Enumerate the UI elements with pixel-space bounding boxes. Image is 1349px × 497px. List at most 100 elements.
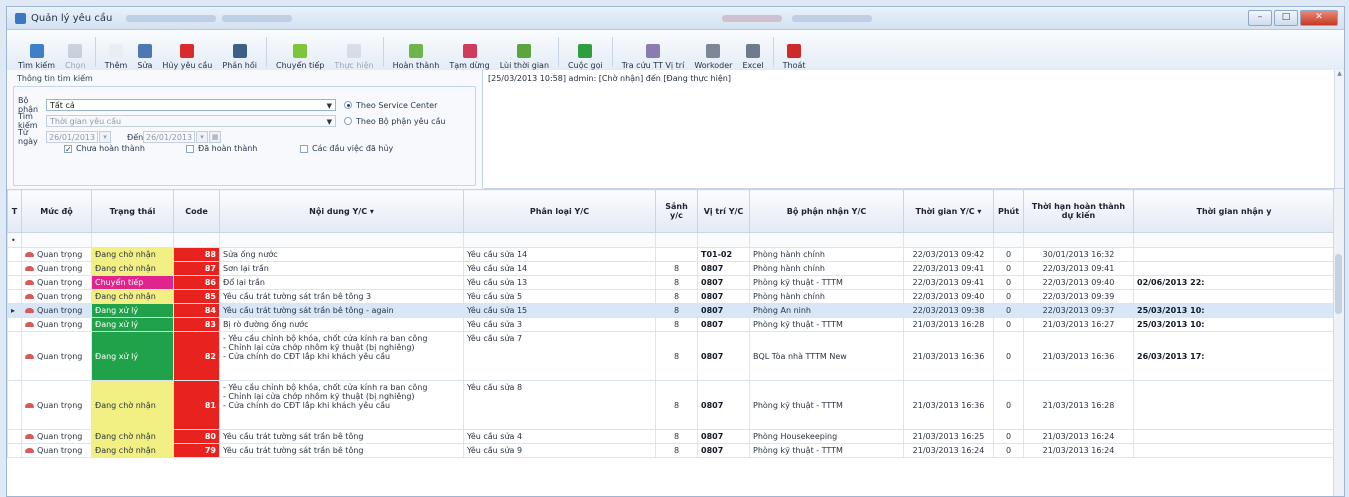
da-hoan-thanh-checkbox[interactable] [186,144,194,153]
filter-cell[interactable] [903,232,994,248]
row-indicator[interactable] [7,443,22,458]
column-header[interactable]: Thời hạn hoàn thành dự kiến [1023,189,1134,233]
toolbar-search-button[interactable]: Tìm kiếm [13,34,60,70]
priority-icon [25,294,34,299]
grid-scroll-thumb[interactable] [1335,254,1342,314]
table-row[interactable]: Quan trọng Đang xử lý 83 Bị rò đường ống nư… [7,317,1335,332]
filter-row[interactable]: • [7,232,1335,248]
bo-phan-yeu-cau-radio[interactable] [344,117,352,125]
toolbar-separator [266,37,267,67]
row-indicator[interactable] [7,317,22,332]
row-indicator[interactable] [7,331,22,381]
toolbar-excel-button[interactable]: Excel [737,34,768,70]
toolbar-call-button[interactable]: Cuộc gọi [563,34,608,70]
filter-cell[interactable] [463,232,656,248]
calendar-icon[interactable]: ▦ [209,131,221,143]
filter-cell[interactable] [749,232,904,248]
table-row[interactable]: Quan trọng Đang chờ nhận 79 Yêu cầu trát tư… [7,443,1335,458]
history-text: [25/03/2013 10:58] admin: [Chờ nhận] đến… [488,74,731,83]
toolbar-check-button[interactable]: Chọn [60,34,91,70]
filter-cell[interactable] [173,232,220,248]
toolbar-label: Tìm kiếm [18,61,56,70]
row-indicator[interactable] [7,289,22,304]
column-header[interactable]: Phân loại Y/C [463,189,656,233]
row-indicator[interactable] [7,261,22,276]
table-row[interactable]: Quan trọng Đang chờ nhận 81- Yêu cầu chỉnh… [7,380,1335,430]
cell-vi-tri: 0807 [697,331,750,381]
tu-ngay-field[interactable]: 26/01/2013 [46,131,98,143]
row-indicator[interactable] [7,380,22,430]
column-header[interactable]: T [7,189,22,233]
toolbar-execute-button[interactable]: Thực hiện [329,34,378,70]
column-header[interactable]: Thời gian nhận y [1133,189,1335,233]
column-header[interactable]: Trạng thái [91,189,174,233]
cell-code: 79 [173,443,220,458]
window-controls: – □ ✕ [1248,10,1338,26]
column-header[interactable]: Bộ phận nhận Y/C [749,189,904,233]
minimize-button[interactable]: – [1248,10,1272,26]
filter-cell[interactable] [655,232,698,248]
service-center-radio[interactable] [344,101,352,109]
cell-thoi-gian: 21/03/2013 16:24 [903,443,994,458]
filter-cell[interactable] [1133,232,1335,248]
toolbar-edit-button[interactable]: Sửa [132,34,157,70]
column-header[interactable]: Nội dung Y/C ▾ [219,189,464,233]
toolbar-cancel-button[interactable]: Hủy yêu cầu [157,34,217,70]
maximize-button[interactable]: □ [1274,10,1298,26]
toolbar-forward-button[interactable]: Chuyển tiếp [271,34,329,70]
tu-ngay-picker[interactable]: ▾ [99,131,111,143]
filter-cell[interactable] [993,232,1024,248]
tim-kiem-select[interactable]: Thời gian yêu cầu ▼ [46,115,336,127]
toolbar-location-lookup-button[interactable]: Tra cứu TT Vị trí [617,34,690,70]
cell-trang-thai: Đang chờ nhận [91,289,174,304]
toolbar-complete-button[interactable]: Hoàn thành [388,34,445,70]
table-row[interactable]: Quan trọng Đang xử lý 82- Yêu cầu chỉnh bộ… [7,331,1335,381]
filter-cell[interactable] [91,232,174,248]
row-indicator[interactable]: ▸ [7,303,22,318]
den-picker[interactable]: ▾ [196,131,208,143]
chua-hoan-thanh-checkbox[interactable]: ✓ [64,144,72,153]
column-header[interactable]: Vị trí Y/C [697,189,750,233]
column-header[interactable]: Phút [993,189,1024,233]
column-header[interactable]: Mức độ [21,189,92,233]
toolbar-reply-button[interactable]: Phản hồi [217,34,262,70]
cell-nhan: 26/03/2013 17: [1133,331,1335,381]
column-header[interactable]: Sảnh y/c [655,189,698,233]
cell-thoi-gian: 22/03/2013 09:42 [903,247,994,262]
table-row[interactable]: Quan trọng Đang chờ nhận 80 Yêu cầu trát tư… [7,429,1335,444]
chevron-down-icon: ▼ [326,118,332,126]
table-row[interactable]: Quan trọng Đang chờ nhận 87 Sơn lại trần Yêu… [7,261,1335,276]
grid-scrollbar[interactable] [1333,189,1344,496]
den-field[interactable]: 26/01/2013 [143,131,195,143]
column-header[interactable]: Thời gian Y/C ▾ [903,189,994,233]
table-row[interactable]: Quan trọng Đang chờ nhận 88 Sửa ống nước Yêu… [7,247,1335,262]
cell-bo-phan: Phòng hành chính [749,261,904,276]
toolbar-back-time-button[interactable]: Lùi thời gian [495,34,554,70]
row-indicator[interactable] [7,247,22,262]
toolbar-exit-button[interactable]: Thoát [778,34,811,70]
filter-cell[interactable] [697,232,750,248]
toolbar-add-button[interactable]: Thêm [100,34,133,70]
row-indicator[interactable] [7,429,22,444]
toolbar-pause-button[interactable]: Tạm dừng [444,34,494,70]
row-indicator[interactable] [7,275,22,290]
toolbar-workorder-button[interactable]: Workoder [689,34,737,70]
close-button[interactable]: ✕ [1300,10,1338,26]
history-log: [25/03/2013 10:58] admin: [Chờ nhận] đến… [483,70,1344,189]
filter-group-title: Thông tin tìm kiếm [17,74,93,83]
filter-cell[interactable]: • [7,232,22,248]
cell-thoi-han: 30/01/2013 16:32 [1023,247,1134,262]
table-row[interactable]: Quan trọng Đang chờ nhận 85 Yêu cầu trát tư… [7,289,1335,304]
filter-cell[interactable] [21,232,92,248]
bo-phan-select[interactable]: Tất cả ▼ [46,99,336,111]
toolbar-label: Sửa [137,61,153,70]
table-row[interactable]: ▸ Quan trọng Đang xử lý 84 Yêu cầu trát tườn… [7,303,1335,318]
da-huy-checkbox[interactable] [300,144,308,153]
column-header[interactable]: Code [173,189,220,233]
cell-thoi-han: 22/03/2013 09:41 [1023,261,1134,276]
table-row[interactable]: Quan trọng Chuyển tiếp 86 Đổ lại trần Yêu cầ… [7,275,1335,290]
history-scrollbar[interactable]: ▲ [1334,70,1344,188]
filter-cell[interactable] [219,232,464,248]
cell-code: 84 [173,303,220,318]
filter-cell[interactable] [1023,232,1134,248]
